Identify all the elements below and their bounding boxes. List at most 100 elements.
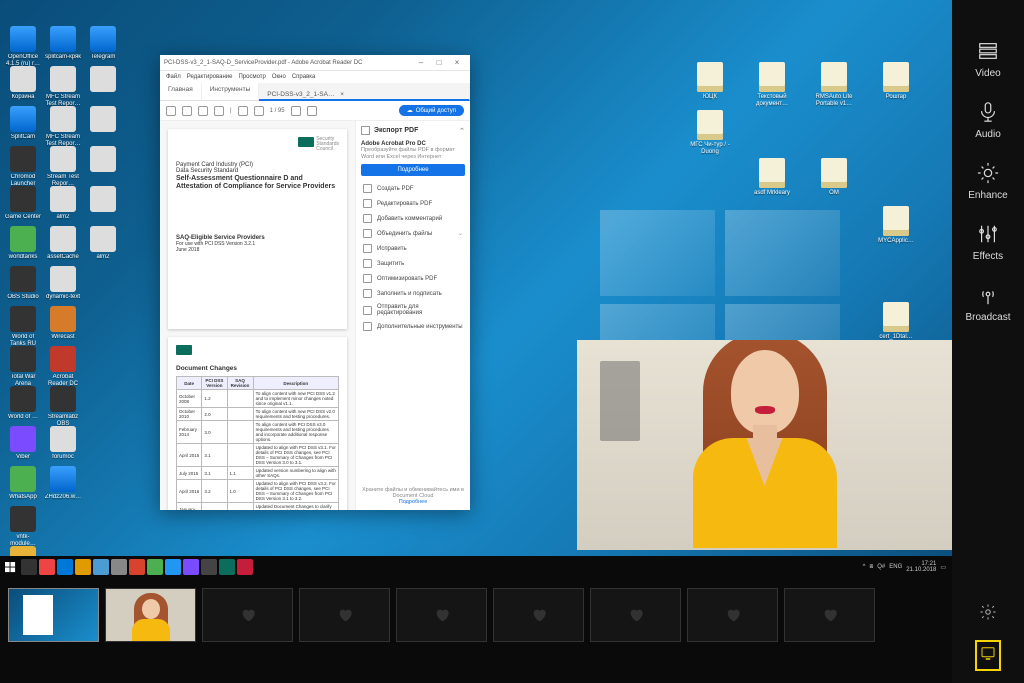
side-tool-item[interactable]: Добавить комментарий: [361, 211, 465, 226]
task-view-button[interactable]: [21, 559, 37, 575]
windows-taskbar[interactable]: ^ ⧈ Q# ENG 17:2121.10.2018 ▭: [0, 556, 952, 578]
nav-down-icon[interactable]: [254, 106, 264, 116]
acrobat-window[interactable]: PCI-DSS-v3_2_1-SAQ-D_ServiceProvider.pdf…: [160, 55, 470, 510]
desktop-icon[interactable]: RMSAuto Lite Portable v1…: [812, 62, 856, 107]
menu-view[interactable]: Просмотр: [238, 74, 265, 80]
taskbar-app-3[interactable]: [75, 559, 91, 575]
taskbar-app-9[interactable]: [183, 559, 199, 575]
side-tool-item[interactable]: Защитить: [361, 256, 465, 271]
desktop-icon[interactable]: worldtanks: [4, 226, 42, 261]
desktop-icon[interactable]: cert_1Dtal…: [874, 302, 918, 341]
menu-bar[interactable]: Файл Редактирование Просмотр Окно Справк…: [160, 71, 470, 83]
desktop-icon[interactable]: assetCache: [44, 226, 82, 261]
system-tray[interactable]: ^ ⧈ Q# ENG 17:2121.10.2018 ▭: [863, 561, 952, 573]
thumb-desktop[interactable]: [8, 588, 99, 642]
desktop-icon[interactable]: Game Center: [4, 186, 42, 221]
zoom-icon[interactable]: [291, 106, 301, 116]
desktop-icon[interactable]: OpenOffice 4.1.5 (ru) r…: [4, 26, 42, 67]
thumb-empty-4[interactable]: [493, 588, 584, 642]
side-tool-item[interactable]: Редактировать PDF: [361, 196, 465, 211]
settings-button[interactable]: [979, 603, 997, 626]
sidebar-video[interactable]: Video: [958, 40, 1018, 79]
side-tool-item[interactable]: Создать PDF: [361, 181, 465, 196]
taskbar-app-2[interactable]: [57, 559, 73, 575]
menu-edit[interactable]: Редактирование: [187, 74, 233, 80]
desktop-icon[interactable]: alm2: [44, 186, 82, 221]
taskbar-app-1[interactable]: [39, 559, 55, 575]
taskbar-app-5[interactable]: [111, 559, 127, 575]
desktop-icon[interactable]: ЮЦК: [688, 62, 732, 101]
maximize-button[interactable]: □: [430, 57, 448, 69]
desktop-icon[interactable]: World of Tanks RU: [4, 306, 42, 347]
side-tool-item[interactable]: Объединить файлы⌄: [361, 226, 465, 241]
desktop-icon[interactable]: World of …: [4, 386, 42, 421]
desktop-icon[interactable]: asdf Mrkleary: [750, 158, 794, 197]
tray-icon[interactable]: ^: [863, 564, 866, 570]
thumb-empty-5[interactable]: [590, 588, 681, 642]
desktop-icon[interactable]: Chromod Launcher: [4, 146, 42, 187]
taskbar-app-4[interactable]: [93, 559, 109, 575]
desktop-icon[interactable]: Telegram: [84, 26, 122, 61]
tab-tools[interactable]: Инструменты: [202, 83, 260, 100]
taskbar-app-11[interactable]: [219, 559, 235, 575]
language-indicator[interactable]: ENG: [889, 564, 902, 570]
side-tool-item[interactable]: Заполнить и подписать: [361, 286, 465, 301]
menu-help[interactable]: Справка: [292, 74, 316, 80]
tab-document[interactable]: PCI-DSS-v3_2_1-SA… ×: [259, 83, 470, 101]
desktop-icon[interactable]: dynamic-text: [44, 266, 82, 301]
desktop-icon[interactable]: Streamlabz OBS: [44, 386, 82, 427]
desktop-icon[interactable]: Viber: [4, 426, 42, 461]
share-button[interactable]: ☁ Общий доступ: [399, 105, 464, 116]
taskbar-app-8[interactable]: [165, 559, 181, 575]
side-tool-item[interactable]: Оптимизировать PDF: [361, 271, 465, 286]
side-tool-item[interactable]: Дополнительные инструменты: [361, 319, 465, 334]
doc-cloud-link[interactable]: Подробнее: [361, 499, 465, 505]
desktop-icon[interactable]: [84, 106, 122, 134]
sidebar-effects[interactable]: Effects: [958, 223, 1018, 262]
export-pdf-section[interactable]: Экспорт PDF⌃: [361, 126, 465, 135]
desktop-icon[interactable]: MFC Stream Test Repor…: [44, 106, 82, 147]
sidebar-enhance[interactable]: Enhance: [958, 162, 1018, 201]
desktop-icon[interactable]: Текстовый документ…: [750, 62, 794, 107]
desktop-icon[interactable]: Корзина: [4, 66, 42, 101]
minimize-button[interactable]: –: [412, 57, 430, 69]
sign-icon[interactable]: [307, 106, 317, 116]
desktop-icon[interactable]: ZHdz206.w…: [44, 466, 82, 501]
thumb-empty-6[interactable]: [687, 588, 778, 642]
desktop-icon[interactable]: vntk-module…: [4, 506, 42, 547]
desktop-icon[interactable]: Acrobat Reader DC: [44, 346, 82, 387]
desktop-icon[interactable]: Wirecast: [44, 306, 82, 341]
search-icon[interactable]: [214, 106, 224, 116]
webcam-preview[interactable]: [577, 340, 952, 550]
desktop-icon[interactable]: [84, 66, 122, 94]
tab-home[interactable]: Главная: [160, 83, 202, 100]
desktop-icon[interactable]: Total War Arena: [4, 346, 42, 387]
thumb-webcam[interactable]: [105, 588, 196, 642]
window-titlebar[interactable]: PCI-DSS-v3_2_1-SAQ-D_ServiceProvider.pdf…: [160, 55, 470, 71]
start-button[interactable]: [0, 556, 20, 578]
desktop-icon[interactable]: splitcam-кряк: [44, 26, 82, 61]
learn-more-button[interactable]: Подробнее: [361, 164, 465, 176]
thumb-empty-7[interactable]: [784, 588, 875, 642]
taskbar-app-6[interactable]: [129, 559, 145, 575]
taskbar-acrobat[interactable]: [237, 559, 253, 575]
taskbar-app-7[interactable]: [147, 559, 163, 575]
sidebar-broadcast[interactable]: Broadcast: [958, 284, 1018, 323]
record-button[interactable]: [975, 640, 1001, 671]
volume-icon[interactable]: Q#: [877, 564, 885, 570]
sidebar-audio[interactable]: Audio: [958, 101, 1018, 140]
desktop-icon[interactable]: alm2: [84, 226, 122, 261]
page-indicator[interactable]: 1 / 95: [270, 108, 285, 114]
desktop-icon[interactable]: WhatsApp: [4, 466, 42, 501]
desktop-icon[interactable]: OM: [812, 158, 856, 197]
action-center-icon[interactable]: ▭: [940, 564, 946, 571]
desktop-icon[interactable]: [84, 146, 122, 174]
desktop-icon[interactable]: forumoc: [44, 426, 82, 461]
close-button[interactable]: ×: [448, 57, 466, 69]
clock[interactable]: 17:2121.10.2018: [906, 561, 936, 573]
side-tool-item[interactable]: Исправить: [361, 241, 465, 256]
thumb-empty-2[interactable]: [299, 588, 390, 642]
desktop-icon[interactable]: OBS Studio: [4, 266, 42, 301]
desktop-icon[interactable]: MYCApplic…: [874, 206, 918, 245]
menu-file[interactable]: Файл: [166, 74, 181, 80]
